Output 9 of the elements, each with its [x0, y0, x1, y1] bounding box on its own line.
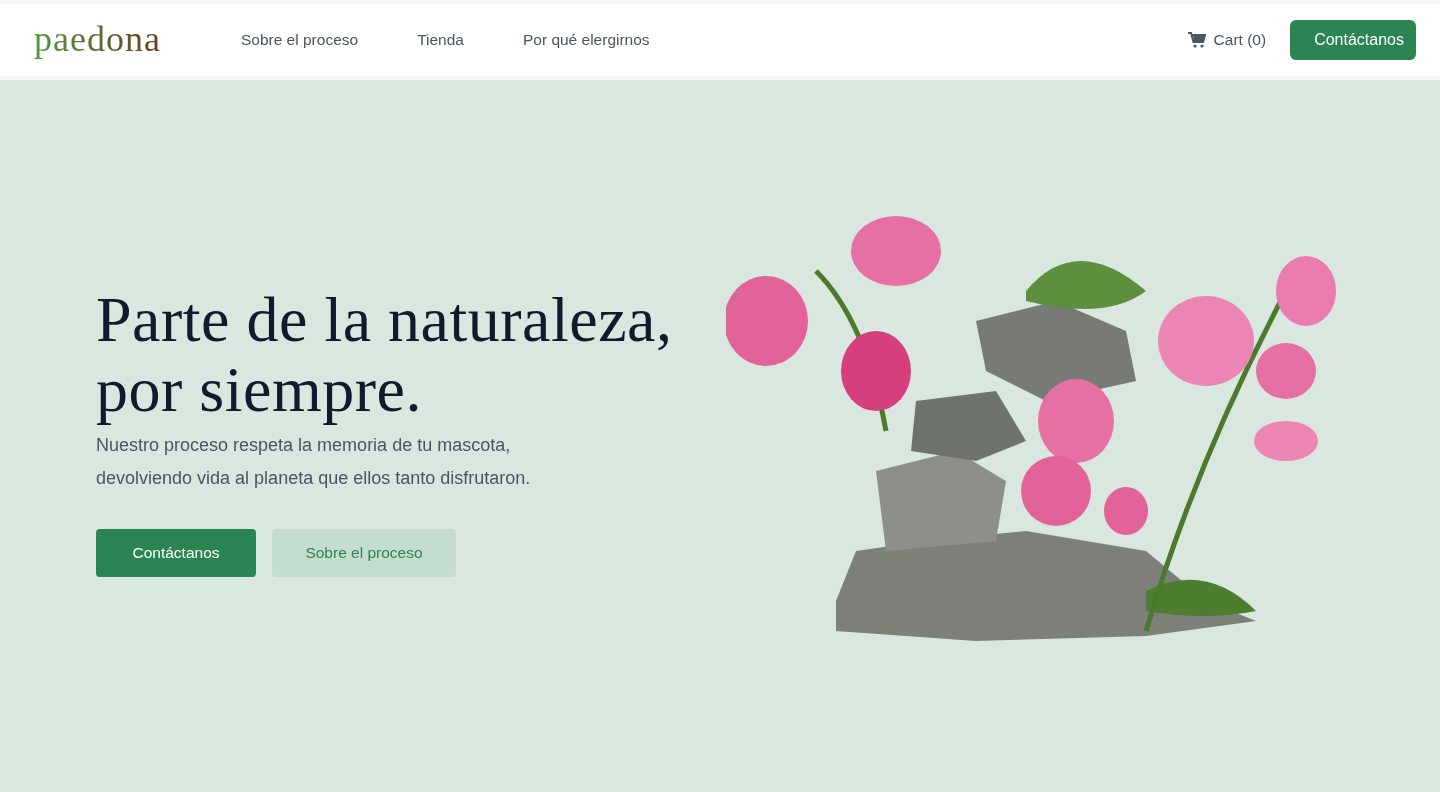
hero-subtitle: Nuestro proceso respeta la memoria de tu mascota, devolviendo vida al planeta que ellos tanto disfrutaron.	[96, 434, 532, 490]
nav-link[interactable]: Tienda	[417, 31, 464, 49]
nav-link[interactable]: Por qué elergirnos	[522, 31, 650, 49]
cart-icon	[1187, 32, 1206, 48]
contact-button[interactable]: Contáctanos	[1290, 20, 1416, 60]
contact-button[interactable]: Contáctanos	[96, 529, 256, 577]
nav-link[interactable]: Sobre el proceso	[240, 31, 359, 49]
hero-title: Parte de la naturaleza, por siempre.	[96, 285, 674, 425]
cart-link[interactable]: Cart (0)	[1187, 31, 1267, 49]
